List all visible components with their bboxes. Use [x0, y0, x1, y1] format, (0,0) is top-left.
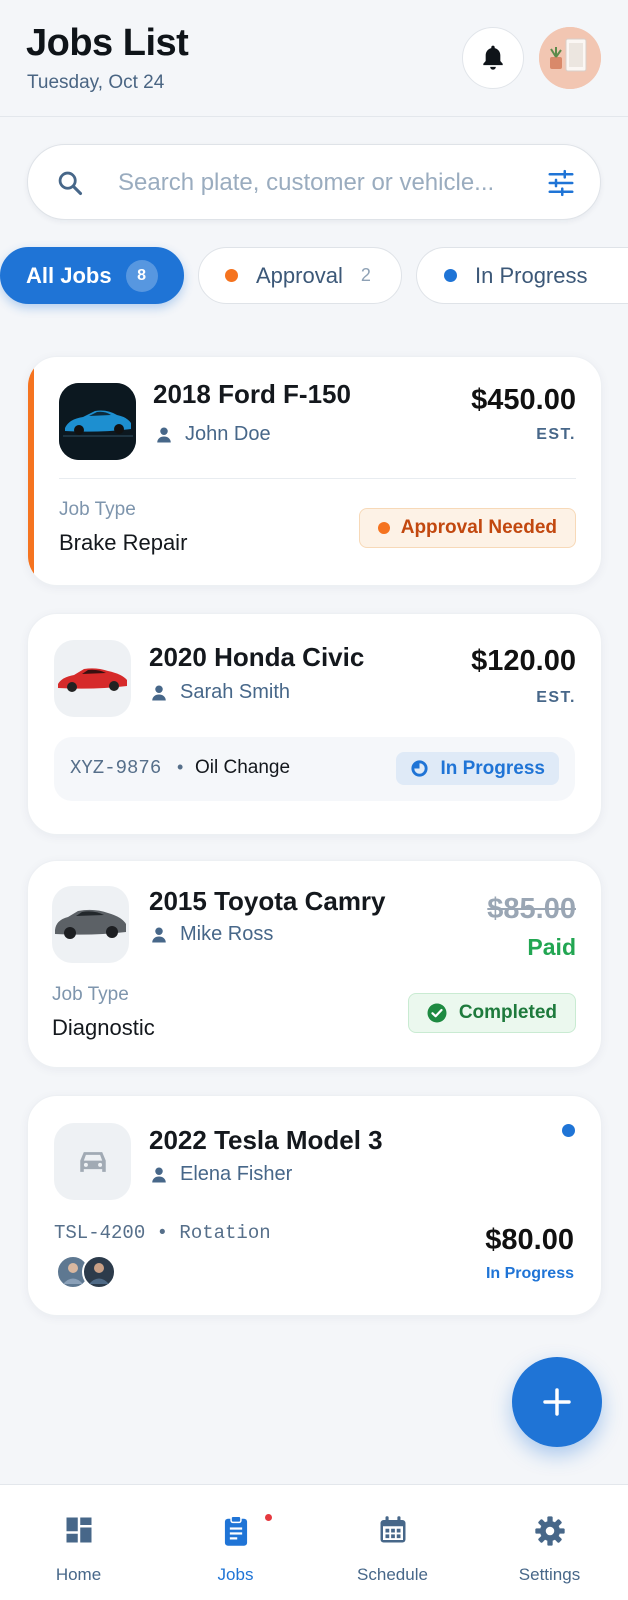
- vehicle-thumbnail: [54, 1123, 131, 1200]
- car-icon: [79, 1151, 106, 1172]
- job-card[interactable]: 2018 Ford F-150 John Doe $450.00 EST. Jo…: [27, 356, 602, 586]
- customer-name: Sarah Smith: [150, 681, 290, 704]
- notification-dot-icon: [265, 1514, 272, 1521]
- nav-label: Jobs: [217, 1565, 254, 1584]
- vehicle-thumbnail: [52, 886, 129, 963]
- clipboard-icon: [224, 1515, 247, 1546]
- card-accent-bar: [28, 357, 34, 585]
- status-label: In Progress: [440, 757, 545, 779]
- job-card[interactable]: 2020 Honda Civic Sarah Smith $120.00 EST…: [27, 613, 602, 835]
- chip-count: 8: [125, 259, 158, 292]
- chip-label: In Progress: [475, 262, 588, 288]
- customer-name: John Doe: [155, 423, 271, 446]
- job-price: $80.00: [485, 1224, 574, 1256]
- vehicle-name: 2015 Toyota Camry: [149, 886, 386, 916]
- nav-item-schedule[interactable]: Schedule: [314, 1485, 471, 1600]
- job-type-label: Job Type: [52, 984, 129, 1005]
- divider: [59, 478, 576, 479]
- technician-avatars: [56, 1255, 116, 1289]
- current-date: Tuesday, Oct 24: [27, 72, 165, 93]
- status-badge-approval: Approval Needed: [358, 508, 576, 548]
- customer-label: Mike Ross: [180, 923, 274, 945]
- nav-item-home[interactable]: Home: [0, 1485, 157, 1600]
- job-type-value: Oil Change: [195, 757, 291, 778]
- vehicle-name: 2022 Tesla Model 3: [149, 1125, 383, 1155]
- person-icon: [152, 685, 166, 700]
- approval-dot-icon: [225, 269, 238, 282]
- search-icon: [58, 171, 83, 196]
- car-image: [59, 383, 136, 460]
- search-bar: [27, 144, 601, 220]
- assigned-technicians: [56, 1255, 118, 1289]
- bell-icon: [483, 45, 503, 70]
- page-title: Jobs List: [26, 22, 189, 64]
- filter-settings-icon[interactable]: [546, 168, 576, 198]
- person-icon: [157, 427, 171, 442]
- nav-item-settings[interactable]: Settings: [471, 1485, 628, 1600]
- job-type-value: Diagnostic: [52, 1015, 155, 1040]
- job-details-panel: XYZ-9876 • Oil Change In Progress: [54, 737, 575, 801]
- nav-item-jobs[interactable]: Jobs: [157, 1485, 314, 1600]
- vehicle-name: 2018 Ford F-150: [153, 379, 351, 409]
- vehicle-name: 2020 Honda Civic: [149, 642, 365, 672]
- price-note: EST.: [536, 689, 576, 706]
- price-note: EST.: [536, 426, 576, 443]
- vehicle-thumbnail: [59, 383, 136, 460]
- dashboard-icon: [66, 1517, 91, 1543]
- gear-icon: [534, 1516, 565, 1546]
- progress-icon: [411, 760, 429, 777]
- job-price: $120.00: [471, 645, 576, 677]
- customer-label: Elena Fisher: [180, 1163, 293, 1185]
- chip-count: 2: [360, 265, 371, 285]
- notifications-button[interactable]: [462, 27, 524, 89]
- filter-chip-all-jobs[interactable]: All Jobs 8: [0, 247, 184, 304]
- nav-label: Settings: [518, 1565, 581, 1584]
- filter-chip-approval[interactable]: Approval 2: [198, 247, 402, 304]
- customer-label: John Doe: [185, 423, 271, 445]
- person-icon: [152, 1167, 166, 1182]
- unread-dot-icon: [562, 1124, 575, 1137]
- bottom-navigation: Home Jobs Schedule Settings: [0, 1484, 628, 1600]
- person-icon: [152, 927, 166, 942]
- status-label: Completed: [458, 1002, 557, 1023]
- status-label: Approval Needed: [400, 517, 557, 538]
- job-price: $450.00: [471, 384, 576, 416]
- job-card[interactable]: 2022 Tesla Model 3 Elena Fisher TSL-4200…: [27, 1095, 602, 1316]
- license-plate: XYZ-9876: [70, 757, 162, 779]
- customer-label: Sarah Smith: [180, 681, 291, 703]
- check-circle-icon: [427, 1003, 447, 1023]
- chip-label: All Jobs: [26, 262, 112, 288]
- status-badge-completed: Completed: [407, 993, 576, 1033]
- plus-icon: [543, 1388, 571, 1416]
- avatar-image: [539, 27, 601, 89]
- search-input[interactable]: [118, 163, 526, 203]
- car-image: [58, 668, 127, 692]
- status-dot-icon: [377, 522, 390, 534]
- app-header: Jobs List Tuesday, Oct 24: [0, 0, 628, 117]
- user-avatar[interactable]: [539, 27, 601, 89]
- plate-and-job: TSL-4200 • Rotation: [54, 1222, 271, 1244]
- separator: •: [177, 757, 184, 777]
- paid-label: Paid: [527, 934, 576, 960]
- job-type-value: Brake Repair: [59, 530, 188, 555]
- job-type-label: Job Type: [59, 499, 136, 520]
- status-badge-in-progress: In Progress: [396, 752, 559, 785]
- add-job-button[interactable]: [512, 1357, 602, 1447]
- status-label: In Progress: [485, 1265, 574, 1282]
- calendar-icon: [380, 1516, 405, 1543]
- customer-name: Elena Fisher: [150, 1163, 292, 1186]
- chip-label: Approval: [256, 262, 343, 288]
- in-progress-dot-icon: [444, 269, 457, 282]
- vehicle-thumbnail: [54, 640, 131, 717]
- customer-name: Mike Ross: [150, 923, 273, 946]
- car-image: [55, 909, 126, 939]
- job-card[interactable]: 2015 Toyota Camry Mike Ross $85.00 Paid …: [27, 860, 602, 1068]
- filter-chip-in-progress[interactable]: In Progress: [416, 247, 628, 304]
- nav-label: Home: [55, 1565, 102, 1584]
- job-price-original: $85.00: [487, 893, 576, 925]
- nav-label: Schedule: [357, 1565, 428, 1584]
